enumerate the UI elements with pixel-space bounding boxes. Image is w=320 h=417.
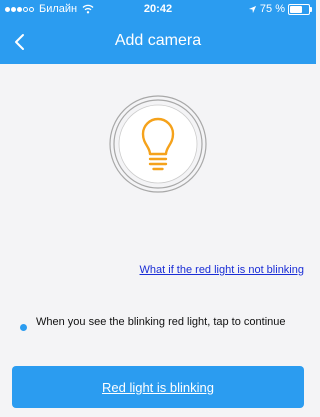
battery-percent: 75 % xyxy=(259,3,285,15)
battery-level-fill xyxy=(290,5,302,13)
red-light-blinking-button[interactable]: Red light is blinking xyxy=(12,366,304,408)
bullet-dot-icon xyxy=(20,324,27,331)
nav-bar: Add camera xyxy=(0,20,316,64)
help-link-red-light[interactable]: What if the red light is not blinking xyxy=(140,264,304,276)
instruction: When you see the blinking red light, tap… xyxy=(20,316,294,331)
battery-icon xyxy=(288,3,312,15)
status-right: 75 % xyxy=(248,3,312,15)
lightbulb-illustration xyxy=(108,94,208,194)
header: Билайн 20:42 75 % Add camera xyxy=(0,0,316,64)
back-button[interactable] xyxy=(6,28,34,56)
status-bar: Билайн 20:42 75 % xyxy=(0,0,316,20)
instruction-text: When you see the blinking red light, tap… xyxy=(36,316,286,328)
chevron-left-icon xyxy=(15,34,24,50)
location-arrow-icon xyxy=(248,5,257,13)
page-title: Add camera xyxy=(114,32,202,49)
lightbulb-icon xyxy=(109,95,207,193)
